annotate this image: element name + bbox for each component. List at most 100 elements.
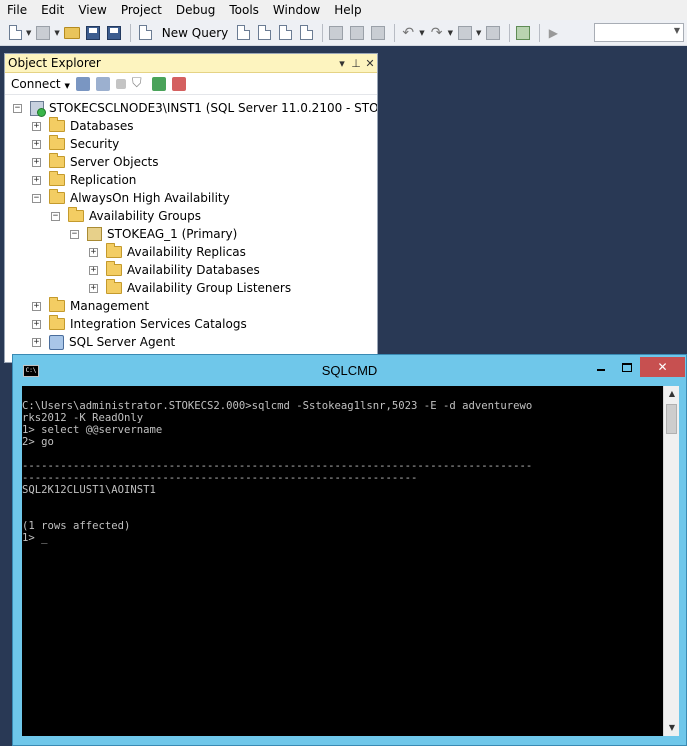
collapse-icon[interactable]: − bbox=[32, 193, 41, 203]
menu-help[interactable]: Help bbox=[327, 0, 368, 20]
minimize-icon bbox=[597, 369, 605, 371]
cut-icon[interactable] bbox=[327, 24, 345, 42]
expand-icon[interactable]: + bbox=[32, 157, 41, 167]
open-file-icon[interactable] bbox=[63, 24, 81, 42]
object-explorer-toolbar: Connect ▼ ⛉ bbox=[5, 73, 377, 95]
console-line: (1 rows affected) bbox=[22, 520, 131, 532]
new-project-dropdown-icon[interactable]: ▼ bbox=[26, 29, 31, 37]
folder-icon bbox=[49, 117, 65, 132]
tree-node-label: Security bbox=[70, 137, 120, 151]
maximize-button[interactable] bbox=[614, 357, 640, 377]
sqlcmd-titlebar[interactable]: C:\ SQLCMD ✕ bbox=[13, 355, 686, 385]
undo-icon[interactable]: ↶ bbox=[399, 24, 417, 42]
filter-icon[interactable]: ⛉ bbox=[132, 76, 146, 91]
expand-icon[interactable]: + bbox=[89, 247, 98, 257]
collapse-icon[interactable]: − bbox=[70, 229, 79, 239]
expand-icon[interactable]: + bbox=[89, 283, 98, 293]
activity-monitor-icon[interactable] bbox=[514, 24, 532, 42]
folder-icon bbox=[49, 315, 65, 330]
expand-icon[interactable]: + bbox=[32, 121, 41, 131]
tree-node[interactable]: + Integration Services Catalogs bbox=[32, 315, 247, 333]
tree-node[interactable]: + Availability Databases bbox=[89, 261, 260, 279]
database-engine-query-icon[interactable] bbox=[234, 24, 252, 42]
expand-icon[interactable]: + bbox=[32, 319, 41, 329]
window-position-dropdown-icon[interactable]: ▾ bbox=[335, 57, 349, 70]
tree-node[interactable]: + SQL Server Agent bbox=[32, 333, 175, 351]
copy-icon[interactable] bbox=[348, 24, 366, 42]
analysis-services-mdx-query-icon[interactable] bbox=[255, 24, 273, 42]
tree-node[interactable]: − Availability Groups bbox=[51, 207, 201, 225]
menu-debug[interactable]: Debug bbox=[169, 0, 222, 20]
tree-node[interactable]: + Availability Replicas bbox=[89, 243, 246, 261]
add-item-icon[interactable] bbox=[34, 24, 52, 42]
tree-node-label: Integration Services Catalogs bbox=[70, 317, 247, 331]
tree-node[interactable]: + Management bbox=[32, 297, 149, 315]
tree-node[interactable]: − STOKEAG_1 (Primary) bbox=[70, 225, 237, 243]
tree-node-label: AlwaysOn High Availability bbox=[70, 191, 230, 205]
new-project-icon[interactable] bbox=[6, 24, 24, 42]
connect-button[interactable]: Connect ▼ bbox=[11, 77, 70, 91]
analysis-services-dmx-query-icon[interactable] bbox=[276, 24, 294, 42]
stop-icon[interactable] bbox=[115, 78, 126, 89]
collapse-icon[interactable]: − bbox=[13, 103, 22, 113]
tree-node[interactable]: + Security bbox=[32, 135, 119, 153]
menu-view[interactable]: View bbox=[71, 0, 113, 20]
redo-dropdown-icon[interactable]: ▼ bbox=[448, 29, 453, 37]
close-icon[interactable]: ✕ bbox=[363, 57, 377, 70]
scroll-up-icon[interactable]: ▲ bbox=[664, 386, 680, 402]
expand-icon[interactable]: + bbox=[32, 139, 41, 149]
tree-node-label: STOKEAG_1 (Primary) bbox=[107, 227, 238, 241]
collapse-icon[interactable]: − bbox=[51, 211, 60, 221]
close-button[interactable]: ✕ bbox=[640, 357, 685, 377]
disconnect-icon[interactable] bbox=[95, 76, 110, 91]
minimize-button[interactable] bbox=[588, 357, 614, 377]
menu-project[interactable]: Project bbox=[114, 0, 169, 20]
menu-file[interactable]: File bbox=[0, 0, 34, 20]
scrollbar-thumb[interactable] bbox=[666, 404, 677, 434]
navigate-forward-icon[interactable] bbox=[484, 24, 502, 42]
navigate-dropdown-icon[interactable]: ▼ bbox=[476, 29, 481, 37]
paste-icon[interactable] bbox=[369, 24, 387, 42]
connect-object-explorer-icon[interactable] bbox=[75, 76, 90, 91]
tree-node[interactable]: + Server Objects bbox=[32, 153, 159, 171]
scroll-down-icon[interactable]: ▼ bbox=[664, 720, 680, 736]
tree-node[interactable]: + Availability Group Listeners bbox=[89, 279, 291, 297]
new-query-button[interactable]: New Query bbox=[137, 24, 228, 42]
menu-window[interactable]: Window bbox=[266, 0, 327, 20]
debug-start-icon[interactable]: ▶ bbox=[544, 24, 562, 42]
menu-tools[interactable]: Tools bbox=[222, 0, 266, 20]
sqlcmd-window: C:\ SQLCMD ✕ C:\Users\administrator.STOK… bbox=[12, 354, 687, 746]
close-icon: ✕ bbox=[657, 360, 668, 374]
redo-icon[interactable]: ↷ bbox=[428, 24, 446, 42]
vertical-scrollbar[interactable]: ▲ ▼ bbox=[663, 386, 679, 736]
refresh-icon[interactable] bbox=[151, 76, 166, 91]
undo-dropdown-icon[interactable]: ▼ bbox=[419, 29, 424, 37]
expand-icon[interactable]: + bbox=[32, 337, 41, 347]
tree-node-label: STOKECSCLNODE3\INST1 (SQL Server 11.0.21… bbox=[49, 101, 378, 115]
menu-bar: File Edit View Project Debug Tools Window Help bbox=[0, 0, 687, 20]
activity-monitor-icon[interactable] bbox=[171, 76, 186, 91]
save-all-icon[interactable] bbox=[105, 24, 123, 42]
menu-edit[interactable]: Edit bbox=[34, 0, 71, 20]
save-icon[interactable] bbox=[84, 24, 102, 42]
folder-icon bbox=[49, 189, 65, 204]
navigate-backward-icon[interactable] bbox=[456, 24, 474, 42]
console-output[interactable]: C:\Users\administrator.STOKECS2.000>sqlc… bbox=[22, 386, 663, 736]
chevron-down-icon: ▼ bbox=[673, 26, 680, 35]
expand-icon[interactable]: + bbox=[89, 265, 98, 275]
console-line: C:\Users\administrator.STOKECS2.000>sqlc… bbox=[22, 400, 533, 412]
toolbar-separator bbox=[322, 23, 324, 42]
tree-node[interactable]: + Replication bbox=[32, 171, 136, 189]
console-line: SQL2K12CLUST1\AOINST1 bbox=[22, 484, 156, 496]
folder-icon bbox=[49, 297, 65, 312]
pin-icon[interactable]: ⊥ bbox=[349, 57, 363, 70]
tree-node[interactable]: − AlwaysOn High Availability bbox=[32, 189, 230, 207]
window-title: SQLCMD bbox=[321, 363, 378, 378]
tree-node[interactable]: − STOKECSCLNODE3\INST1 (SQL Server 11.0.2… bbox=[13, 99, 378, 117]
analysis-services-xmla-query-icon[interactable] bbox=[297, 24, 315, 42]
add-item-dropdown-icon[interactable]: ▼ bbox=[54, 29, 59, 37]
tree-node[interactable]: + Databases bbox=[32, 117, 134, 135]
expand-icon[interactable]: + bbox=[32, 301, 41, 311]
expand-icon[interactable]: + bbox=[32, 175, 41, 185]
solution-configuration-combo[interactable]: ▼ bbox=[594, 23, 684, 42]
